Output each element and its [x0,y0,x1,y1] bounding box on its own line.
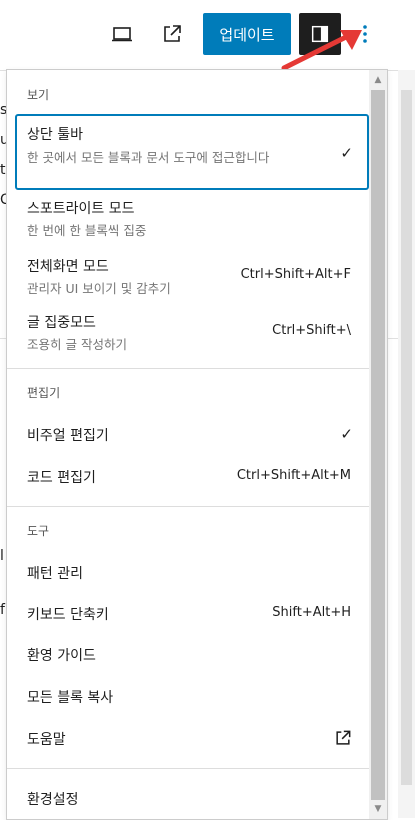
menu-item-distraction-free[interactable]: 글 집중모드 조용히 글 작성하기 Ctrl+Shift+\ [15,308,369,356]
menu-item-label: 패턴 관리 [27,566,83,582]
menu-item-visual-editor[interactable]: 비주얼 편집기 ✓ [15,416,369,452]
menu-divider [7,506,369,507]
menu-item-label: 도움말 [27,732,66,748]
menu-item-desc: 한 곳에서 모든 블록과 문서 도구에 접근합니다 [27,150,270,165]
menu-item-shortcut: Shift+Alt+H [272,605,351,620]
menu-item-label: 키보드 단축키 [27,607,109,623]
external-link-icon [336,730,351,745]
scroll-up-icon[interactable]: ▲ [372,74,384,86]
section-label-view: 보기 [27,88,50,102]
section-label-editor: 편집기 [27,386,61,400]
menu-item-spotlight-mode[interactable]: 스포트라이트 모드 한 번에 한 블록씩 집중 [15,194,369,242]
view-post-button[interactable] [152,13,192,55]
menu-item-desc: 한 번에 한 블록씩 집중 [27,223,147,238]
bg-text-fragment: l [0,548,4,564]
menu-item-shortcut: Ctrl+Shift+\ [272,323,351,338]
menu-item-label: 환영 가이드 [27,648,96,664]
menu-item-label: 환경설정 [27,792,79,808]
preview-button[interactable] [102,13,142,55]
options-menu: 보기 상단 툴바 한 곳에서 모든 블록과 문서 도구에 접근합니다 ✓ 스포트… [6,69,388,820]
menu-item-label: 비주얼 편집기 [27,428,109,444]
menu-item-label: 상단 툴바 [27,127,83,143]
menu-item-shortcut: Ctrl+Shift+Alt+M [236,468,351,483]
menu-item-preferences[interactable]: 환경설정 [15,781,369,817]
menu-item-manage-patterns[interactable]: 패턴 관리 [15,554,369,590]
external-link-icon [164,25,181,42]
menu-item-label: 모든 블록 복사 [27,690,114,706]
menu-item-keyboard-shortcuts[interactable]: 키보드 단축키 Shift+Alt+H [15,595,369,631]
menu-item-help[interactable]: 도움말 [15,720,369,756]
menu-item-label: 전체화면 모드 [27,259,109,275]
menu-item-label: 글 집중모드 [27,315,96,331]
menu-item-desc: 조용히 글 작성하기 [27,337,127,352]
menu-divider [7,768,369,769]
bg-text-fragment: f [0,602,5,618]
menu-item-label: 코드 편집기 [27,470,96,486]
check-icon: ✓ [340,144,353,162]
menu-item-desc: 관리자 UI 보이기 및 감추기 [27,281,171,296]
menu-item-label: 스포트라이트 모드 [27,201,135,217]
check-icon: ✓ [340,425,353,443]
page-scroll-thumb[interactable] [401,90,412,785]
menu-divider [7,368,369,369]
section-label-tools: 도구 [27,524,50,538]
scroll-down-icon[interactable]: ▼ [372,803,384,815]
menu-item-top-toolbar[interactable]: 상단 툴바 한 곳에서 모든 블록과 문서 도구에 접근합니다 ✓ [15,114,369,190]
menu-scroll-thumb[interactable] [371,90,385,800]
desktop-preview-icon [112,27,132,42]
menu-item-code-editor[interactable]: 코드 편집기 Ctrl+Shift+Alt+M [15,458,369,494]
menu-item-shortcut: Ctrl+Shift+Alt+F [240,267,351,282]
menu-item-copy-all-blocks[interactable]: 모든 블록 복사 [15,678,369,714]
menu-item-welcome-guide[interactable]: 환영 가이드 [15,636,369,672]
menu-item-fullscreen-mode[interactable]: 전체화면 모드 관리자 UI 보이기 및 감추기 Ctrl+Shift+Alt+… [15,252,369,300]
